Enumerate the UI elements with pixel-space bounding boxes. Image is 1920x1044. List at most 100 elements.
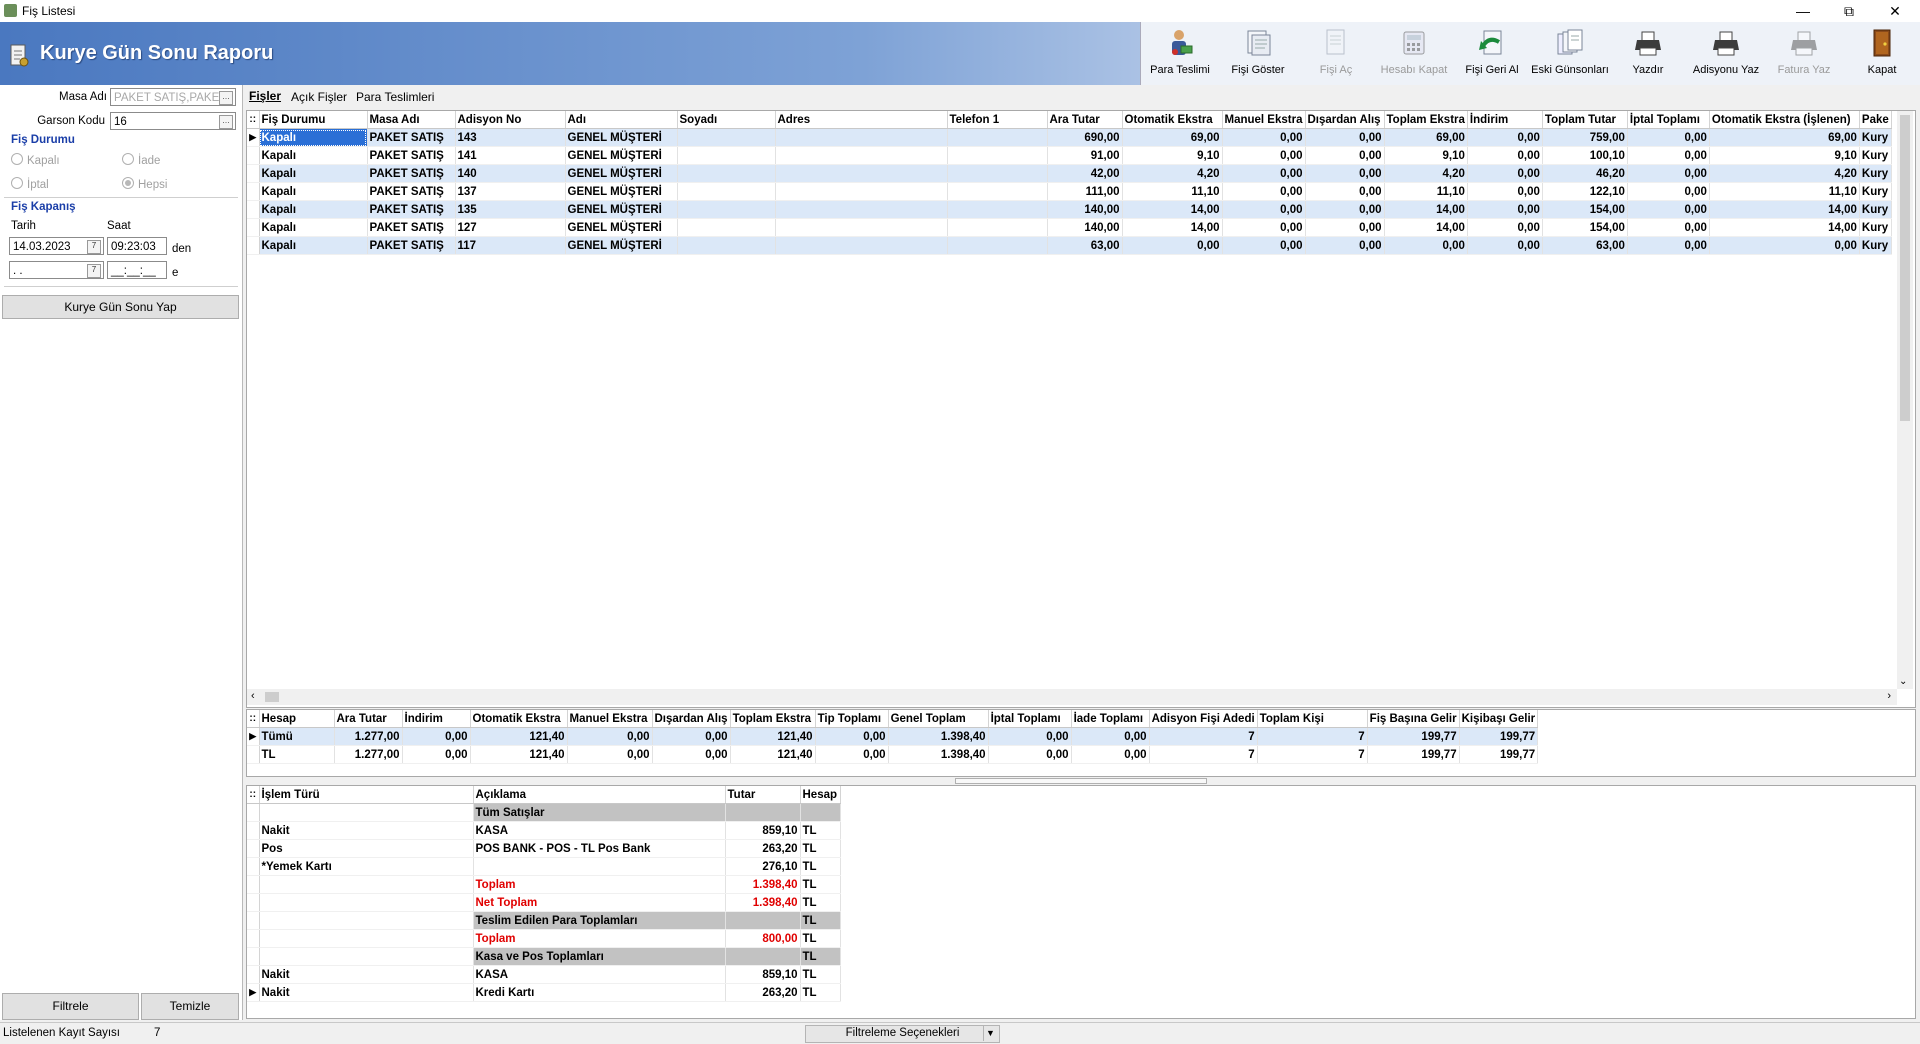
table-cell[interactable]: 0,00 <box>815 727 889 746</box>
table-cell[interactable]: 4,20 <box>1384 164 1468 183</box>
table-cell[interactable]: 140,00 <box>1047 200 1123 219</box>
table-cell[interactable]: TL <box>800 875 841 894</box>
table-cell[interactable] <box>259 893 474 912</box>
time-to-field[interactable]: __:__:__ <box>107 261 167 279</box>
table-cell[interactable]: 14,00 <box>1384 200 1468 219</box>
table-cell[interactable]: TL <box>800 821 841 840</box>
table-cell[interactable] <box>259 929 474 948</box>
table-cell[interactable] <box>677 164 776 183</box>
table-cell[interactable]: 122,10 <box>1542 182 1628 201</box>
fisi-geri-al-button[interactable]: Fişi Geri Al <box>1453 22 1531 85</box>
table-cell[interactable]: 199,77 <box>1459 727 1539 746</box>
column-header[interactable]: Soyadı <box>677 111 776 129</box>
column-header[interactable]: Otomatik Ekstra <box>470 710 568 728</box>
table-cell[interactable]: 263,20 <box>725 839 801 858</box>
column-header[interactable]: Adı <box>565 111 678 129</box>
table-cell[interactable]: 276,10 <box>725 857 801 876</box>
table-row[interactable]: Net Toplam 1.398,40 TL <box>247 893 841 912</box>
table-cell[interactable]: GENEL MÜŞTERİ <box>565 218 678 237</box>
table-cell[interactable]: 859,10 <box>725 821 801 840</box>
table-cell[interactable]: Kapalı <box>259 236 368 255</box>
table-cell[interactable]: TL <box>800 947 841 966</box>
table-cell[interactable]: 111,00 <box>1047 182 1123 201</box>
para-teslimi-button[interactable]: Para Teslimi <box>1141 22 1219 85</box>
chevron-down-icon[interactable]: ▼ <box>983 1026 997 1041</box>
table-cell[interactable]: Pos <box>259 839 474 858</box>
column-header[interactable]: Fiş Durumu <box>259 111 368 129</box>
column-header[interactable]: Otomatik Ekstra (İşlenen) <box>1709 111 1860 129</box>
table-cell[interactable]: 117 <box>455 236 566 255</box>
table-cell[interactable]: 0,00 <box>1384 236 1468 255</box>
table-cell[interactable]: 140 <box>455 164 566 183</box>
table-cell[interactable]: Toplam <box>473 875 726 894</box>
table-cell[interactable]: 11,10 <box>1709 182 1860 201</box>
table-cell[interactable]: Tüm Satışlar <box>473 803 726 822</box>
column-header[interactable]: Hesap <box>259 710 335 728</box>
adisyonu-yaz-button[interactable]: Adisyonu Yaz <box>1687 22 1765 85</box>
column-header[interactable]: Ara Tutar <box>1047 111 1123 129</box>
column-header[interactable]: Ara Tutar <box>334 710 403 728</box>
table-cell[interactable] <box>677 146 776 165</box>
table-cell[interactable]: 69,00 <box>1384 128 1468 147</box>
eski-gunsonlari-button[interactable]: Eski Günsonları <box>1531 22 1609 85</box>
yazdir-button[interactable]: Yazdır <box>1609 22 1687 85</box>
garson-ellipsis-icon[interactable]: … <box>219 115 233 129</box>
table-cell[interactable]: PAKET SATIŞ <box>367 164 456 183</box>
table-cell[interactable] <box>947 236 1048 255</box>
temizle-button[interactable]: Temizle <box>141 993 239 1020</box>
column-header[interactable]: Kişibaşı Gelir <box>1459 710 1539 728</box>
restore-icon[interactable]: ⧉ <box>1826 0 1872 22</box>
table-cell[interactable]: 100,10 <box>1542 146 1628 165</box>
table-cell[interactable] <box>725 803 801 822</box>
table-cell[interactable]: 199,77 <box>1367 727 1460 746</box>
table-cell[interactable]: TL <box>800 911 841 930</box>
table-cell[interactable] <box>677 128 776 147</box>
column-header[interactable]: Adres <box>775 111 948 129</box>
table-cell[interactable]: Kapalı <box>259 164 368 183</box>
table-cell[interactable]: 0,00 <box>652 727 731 746</box>
table-cell[interactable]: 263,20 <box>725 983 801 1002</box>
table-row[interactable]: Toplam 1.398,40 TL <box>247 875 841 894</box>
table-cell[interactable]: TL <box>800 857 841 876</box>
table-cell[interactable]: Toplam <box>473 929 726 948</box>
table-row[interactable]: Kapalı PAKET SATIŞ 141 GENEL MÜŞTERİ 91,00 9,… <box>247 146 1892 165</box>
column-header[interactable]: İptal Toplamı <box>1627 111 1710 129</box>
table-row[interactable]: Nakit KASA 859,10 TL <box>247 965 841 984</box>
table-cell[interactable] <box>775 200 948 219</box>
table-cell[interactable]: 1.277,00 <box>334 727 403 746</box>
table-cell[interactable] <box>775 146 948 165</box>
table-row[interactable]: Teslim Edilen Para Toplamları TL <box>247 911 841 930</box>
masa-field[interactable]: PAKET SATIŞ,PAKE … <box>110 88 236 106</box>
table-cell[interactable]: 0,00 <box>1627 146 1710 165</box>
table-cell[interactable]: 0,00 <box>1467 164 1543 183</box>
table-cell[interactable]: 0,00 <box>1222 164 1306 183</box>
table-cell[interactable] <box>947 128 1048 147</box>
table-cell[interactable]: Kasa ve Pos Toplamları <box>473 947 726 966</box>
table-cell[interactable] <box>947 146 1048 165</box>
table-cell[interactable]: Kury <box>1859 146 1892 165</box>
radio-kapali[interactable]: Kapalı <box>11 153 60 167</box>
scroll-right-icon[interactable]: › <box>1887 690 1891 702</box>
table-cell[interactable]: TL <box>800 929 841 948</box>
table-cell[interactable] <box>775 236 948 255</box>
table-cell[interactable]: 1.398,40 <box>888 745 989 764</box>
table-row[interactable]: TL 1.277,00 0,00 121,40 0,00 0,00 121,40 0,00 1.… <box>247 745 1539 764</box>
table-row[interactable]: ▶ Nakit Kredi Kartı 263,20 TL <box>247 983 841 1002</box>
column-header[interactable]: Açıklama <box>473 786 726 804</box>
column-header[interactable]: İndirim <box>402 710 471 728</box>
table-cell[interactable]: 9,10 <box>1122 146 1223 165</box>
table-cell[interactable]: 127 <box>455 218 566 237</box>
table-cell[interactable]: Kury <box>1859 218 1892 237</box>
table-cell[interactable]: 0,00 <box>1305 146 1385 165</box>
column-header[interactable]: İade Toplamı <box>1071 710 1150 728</box>
table-row[interactable]: Pos POS BANK - POS - TL Pos Bank 263,20 TL <box>247 839 841 858</box>
table-row[interactable]: ▶ Kapalı PAKET SATIŞ 143 GENEL MÜŞTERİ 690,00… <box>247 128 1892 147</box>
column-header[interactable]: İşlem Türü <box>259 786 474 804</box>
tab-fisler[interactable]: Fişler <box>249 89 281 103</box>
table-cell[interactable]: 1.398,40 <box>725 875 801 894</box>
table-cell[interactable]: 69,00 <box>1709 128 1860 147</box>
table-cell[interactable]: 9,10 <box>1709 146 1860 165</box>
table-cell[interactable]: 0,00 <box>1305 182 1385 201</box>
table-cell[interactable]: 0,00 <box>1305 236 1385 255</box>
table-cell[interactable]: 0,00 <box>988 745 1072 764</box>
